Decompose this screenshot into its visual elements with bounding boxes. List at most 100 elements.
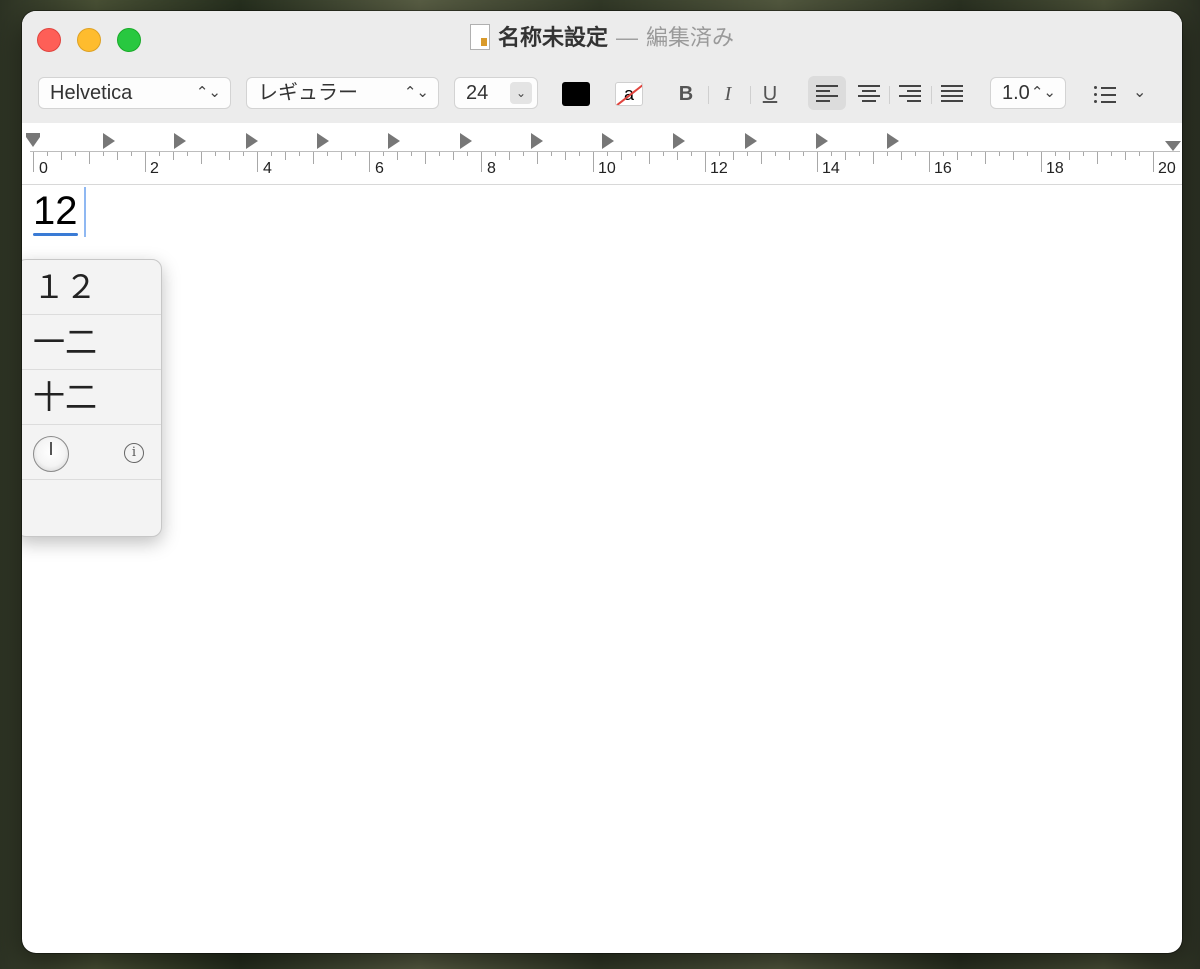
updown-chevron-icon: ⌃⌄ <box>1030 84 1056 101</box>
font-size-value: 24 <box>466 82 489 104</box>
ruler-tick <box>243 152 244 156</box>
ruler-tick <box>1083 152 1084 156</box>
tab-stop-marker[interactable] <box>388 133 401 149</box>
ruler-tick <box>215 152 216 156</box>
font-family-popup[interactable]: Helvetica ⌃⌄ <box>38 77 231 109</box>
candidate-item[interactable]: 一二 <box>22 315 161 370</box>
ruler-tick <box>299 152 300 156</box>
tab-stop-marker[interactable] <box>673 133 686 149</box>
line-spacing-popup[interactable]: 1.0 ⌃⌄ <box>990 77 1066 109</box>
ruler-label: 6 <box>375 160 384 177</box>
ruler-tick <box>355 152 356 156</box>
ruler-tick <box>1139 152 1140 156</box>
ruler-label: 0 <box>39 160 48 177</box>
chevron-down-icon[interactable]: ⌄ <box>510 82 532 104</box>
justify-icon[interactable] <box>941 84 963 102</box>
ruler-tick <box>789 152 790 160</box>
ruler-tick <box>481 152 482 172</box>
ruler-tick <box>887 152 888 156</box>
ruler-tick <box>985 152 986 164</box>
document-icon <box>469 24 490 50</box>
ruler-tick <box>593 152 594 172</box>
ruler-tick <box>957 152 958 160</box>
ruler-tick <box>117 152 118 160</box>
ruler-tick <box>929 152 930 172</box>
ruler-label: 16 <box>934 160 952 177</box>
ruler-tick <box>1069 152 1070 160</box>
ruler-tick <box>649 152 650 164</box>
ruler-tick <box>453 152 454 160</box>
ruler-tick <box>61 152 62 160</box>
ruler-tick <box>145 152 146 172</box>
ruler-tick <box>915 152 916 156</box>
ruler-tick <box>33 152 34 172</box>
ruler-tick <box>831 152 832 156</box>
updown-chevron-icon: ⌃⌄ <box>403 84 429 101</box>
background-color-well[interactable]: a <box>615 82 643 106</box>
tab-stop-marker[interactable] <box>744 133 757 149</box>
ruler-tick <box>397 152 398 160</box>
list-bullets-icon[interactable] <box>1094 85 1118 103</box>
tab-stop-marker[interactable] <box>816 133 828 149</box>
tab-stop-marker[interactable] <box>887 133 900 149</box>
tab-stop-marker[interactable] <box>459 133 472 149</box>
divider <box>750 86 751 104</box>
ruler-tick <box>1111 152 1112 156</box>
ruler-tick <box>971 152 972 156</box>
document-area[interactable] <box>22 185 1182 953</box>
underline-button[interactable]: U <box>759 79 781 109</box>
ruler-tick <box>677 152 678 160</box>
ime-candidate-window: １２ 一二 十二 i <box>22 259 162 537</box>
ruler-tick <box>1097 152 1098 164</box>
candidate-item[interactable]: 十二 <box>22 370 161 425</box>
ruler-tick <box>523 152 524 156</box>
font-style-popup[interactable]: レギュラー ⌃⌄ <box>246 77 439 109</box>
ruler-tick <box>327 152 328 156</box>
ruler-tick <box>691 152 692 156</box>
tab-stop-marker[interactable] <box>530 133 543 149</box>
clock-icon <box>33 436 69 472</box>
ruler-tick <box>187 152 188 156</box>
document-name[interactable]: 名称未設定 <box>498 25 608 50</box>
ruler-tick <box>425 152 426 164</box>
ruler-tick <box>1153 152 1154 172</box>
ruler-tick <box>565 152 566 160</box>
tab-stop-marker[interactable] <box>103 133 115 149</box>
ruler-tick <box>845 152 846 160</box>
text-cursor <box>84 187 86 237</box>
tab-stop-marker[interactable] <box>174 133 187 149</box>
tab-stop-marker[interactable] <box>602 133 615 149</box>
align-right-icon[interactable] <box>899 84 921 102</box>
bold-button[interactable]: B <box>675 79 697 109</box>
info-icon[interactable]: i <box>124 443 144 463</box>
ruler-tick <box>271 152 272 156</box>
ruler-tick <box>341 152 342 160</box>
ruler-tick <box>943 152 944 156</box>
updown-chevron-icon: ⌃⌄ <box>195 84 221 101</box>
ruler-label: 8 <box>487 160 496 177</box>
textedit-window: 名称未設定 — 編集済み Helvetica ⌃⌄ レギュラー ⌃⌄ 24 ⌄ a … <box>22 11 1182 953</box>
ruler-label: 14 <box>822 160 840 177</box>
ruler-tick <box>635 152 636 156</box>
left-indent-marker[interactable] <box>26 137 40 147</box>
font-style-value: レギュラー <box>258 82 358 104</box>
ruler-tick <box>131 152 132 156</box>
font-size-combo[interactable]: 24 ⌄ <box>454 77 538 109</box>
document-text[interactable]: 12 <box>33 187 78 236</box>
ruler-tick <box>439 152 440 156</box>
tab-stop-marker[interactable] <box>316 133 329 149</box>
ruler-tick <box>859 152 860 156</box>
ruler-tick <box>579 152 580 156</box>
ruler-tick <box>285 152 286 160</box>
ruler[interactable]: 0 2 4 6 8 10 12 14 16 18 20 <box>22 123 1182 185</box>
ruler-tick <box>313 152 314 164</box>
right-margin-marker[interactable] <box>1165 141 1181 151</box>
tab-stop-marker[interactable] <box>245 133 258 149</box>
align-center-icon[interactable] <box>858 84 880 102</box>
ruler-tick <box>369 152 370 172</box>
candidate-item[interactable]: １２ <box>22 260 161 315</box>
text-color-well[interactable] <box>562 82 590 106</box>
chevron-down-icon[interactable]: ⌄ <box>1133 81 1146 105</box>
ruler-tick <box>817 152 818 172</box>
italic-button[interactable]: I <box>717 79 739 109</box>
